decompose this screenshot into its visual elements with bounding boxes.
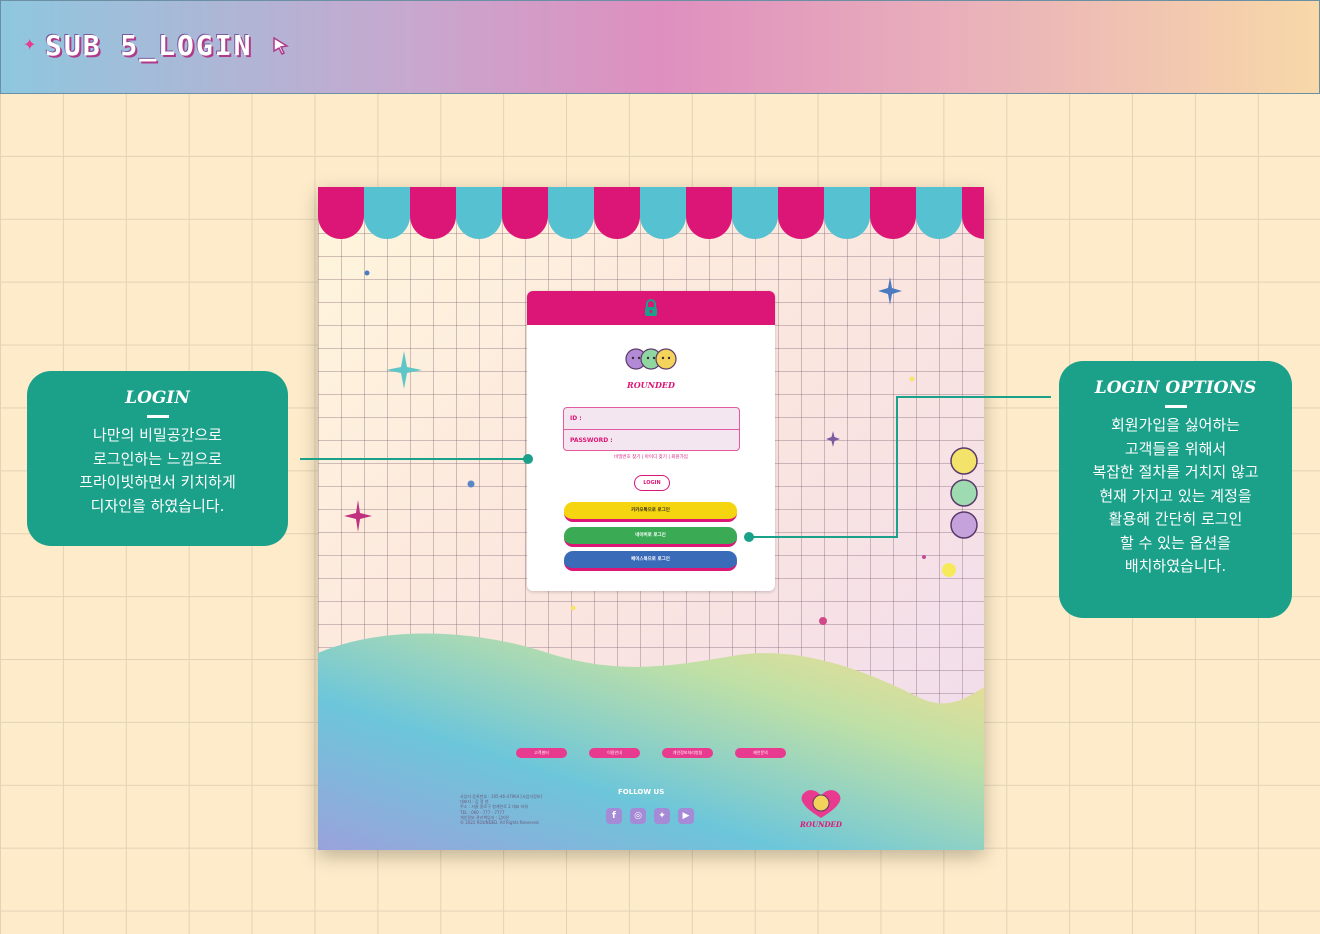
footer-link-guide[interactable]: 이용안내 xyxy=(589,748,640,758)
callout-body: 회원가입을 싫어하는 고객들을 위해서 복잡한 절차를 거치지 않고 현재 가지… xyxy=(1059,414,1292,579)
options-connector-line xyxy=(896,396,1051,398)
footer-brand-logo: ROUNDED xyxy=(798,789,844,829)
login-fields: ID : PASSWORD : xyxy=(563,407,740,451)
callout-line: 복잡한 절차를 거치지 않고 xyxy=(1092,463,1259,481)
password-field[interactable]: PASSWORD : xyxy=(564,429,739,451)
callout-line: 로그인하는 느낌으로 xyxy=(93,449,222,468)
options-connector-line xyxy=(896,396,898,538)
login-button[interactable]: LOGIN xyxy=(634,475,670,491)
callout-title: LOGIN xyxy=(125,388,190,408)
login-card-header xyxy=(527,291,775,325)
footer-link-proposal[interactable]: 제안문의 xyxy=(735,748,786,758)
callout-line: 디자인을 하였습니다. xyxy=(90,496,225,515)
naver-login-button[interactable]: 네이버로 로그인 xyxy=(564,527,737,547)
cursor-arrow-icon xyxy=(273,37,289,55)
kakao-login-button[interactable]: 카카오톡으로 로그인 xyxy=(564,502,737,522)
twitter-icon[interactable]: ✦ xyxy=(654,808,670,824)
callout-line: 고객들을 위해서 xyxy=(1124,439,1227,458)
footer-brand-wordmark: ROUNDED xyxy=(800,820,842,829)
callout-line: 활용해 간단히 로그인 xyxy=(1108,510,1243,528)
brand-logo: ROUNDED xyxy=(621,341,681,391)
brand-wordmark: ROUNDED xyxy=(627,380,675,390)
info-line: © 2022 ROUNDED. All Rights Reserved. xyxy=(460,820,540,826)
callout-title: LOGIN OPTIONS xyxy=(1094,378,1257,398)
login-page-mockup: ROUNDED ID : PASSWORD : 비밀번호 찾기 | 아이디 찾기… xyxy=(318,187,984,850)
header-banner: ✦ SUB 5_LOGIN xyxy=(0,0,1320,94)
options-connector-line xyxy=(750,536,898,538)
callout-line: 나만의 비밀공간으로 xyxy=(93,426,222,444)
login-connector-dot xyxy=(523,454,533,464)
id-field[interactable]: ID : xyxy=(564,408,739,429)
callout-divider xyxy=(1164,405,1187,408)
facebook-icon[interactable]: f xyxy=(606,808,622,824)
footer-link-privacy[interactable]: 개인정보처리방침 xyxy=(662,748,713,758)
footer-links: 고객센터 이용안내 개인정보처리방침 제안문의 xyxy=(516,748,786,758)
youtube-icon[interactable]: ▶ xyxy=(678,808,694,824)
social-icons: f ◎ ✦ ▶ xyxy=(606,808,694,824)
options-connector-dot xyxy=(744,532,754,542)
login-callout: LOGIN 나만의 비밀공간으로 로그인하는 느낌으로 프라이빗하면서 키치하게… xyxy=(27,371,288,546)
callout-line: 배치하였습니다. xyxy=(1124,557,1227,575)
callout-divider xyxy=(146,415,169,418)
login-options-callout: LOGIN OPTIONS 회원가입을 싫어하는 고객들을 위해서 복잡한 절차… xyxy=(1059,361,1292,618)
page-title: SUB 5_LOGIN xyxy=(45,29,253,62)
account-links[interactable]: 비밀번호 찾기 | 아이디 찾기 | 회원가입 xyxy=(527,454,775,460)
callout-line: 회원가입을 싫어하는 xyxy=(1111,416,1240,434)
callout-line: 현재 가지고 있는 계정을 xyxy=(1099,486,1252,505)
sparkle-icon: ✦ xyxy=(23,35,37,54)
callout-line: 프라이빗하면서 키치하게 xyxy=(79,473,236,491)
lock-icon xyxy=(645,299,657,316)
login-card: ROUNDED ID : PASSWORD : 비밀번호 찾기 | 아이디 찾기… xyxy=(527,291,775,591)
follow-us-label: FOLLOW US xyxy=(618,788,665,796)
login-connector-line xyxy=(300,458,528,460)
footer-link-customer-center[interactable]: 고객센터 xyxy=(516,748,567,758)
company-info: 사업자 등록번호 : 105-46-47964 [사업자정보] 대표자 : 김 … xyxy=(460,794,542,825)
callout-line: 할 수 있는 옵션을 xyxy=(1120,533,1231,552)
instagram-icon[interactable]: ◎ xyxy=(630,808,646,824)
callout-body: 나만의 비밀공간으로 로그인하는 느낌으로 프라이빗하면서 키치하게 디자인을 … xyxy=(27,424,288,518)
facebook-login-button[interactable]: 페이스북으로 로그인 xyxy=(564,551,737,571)
